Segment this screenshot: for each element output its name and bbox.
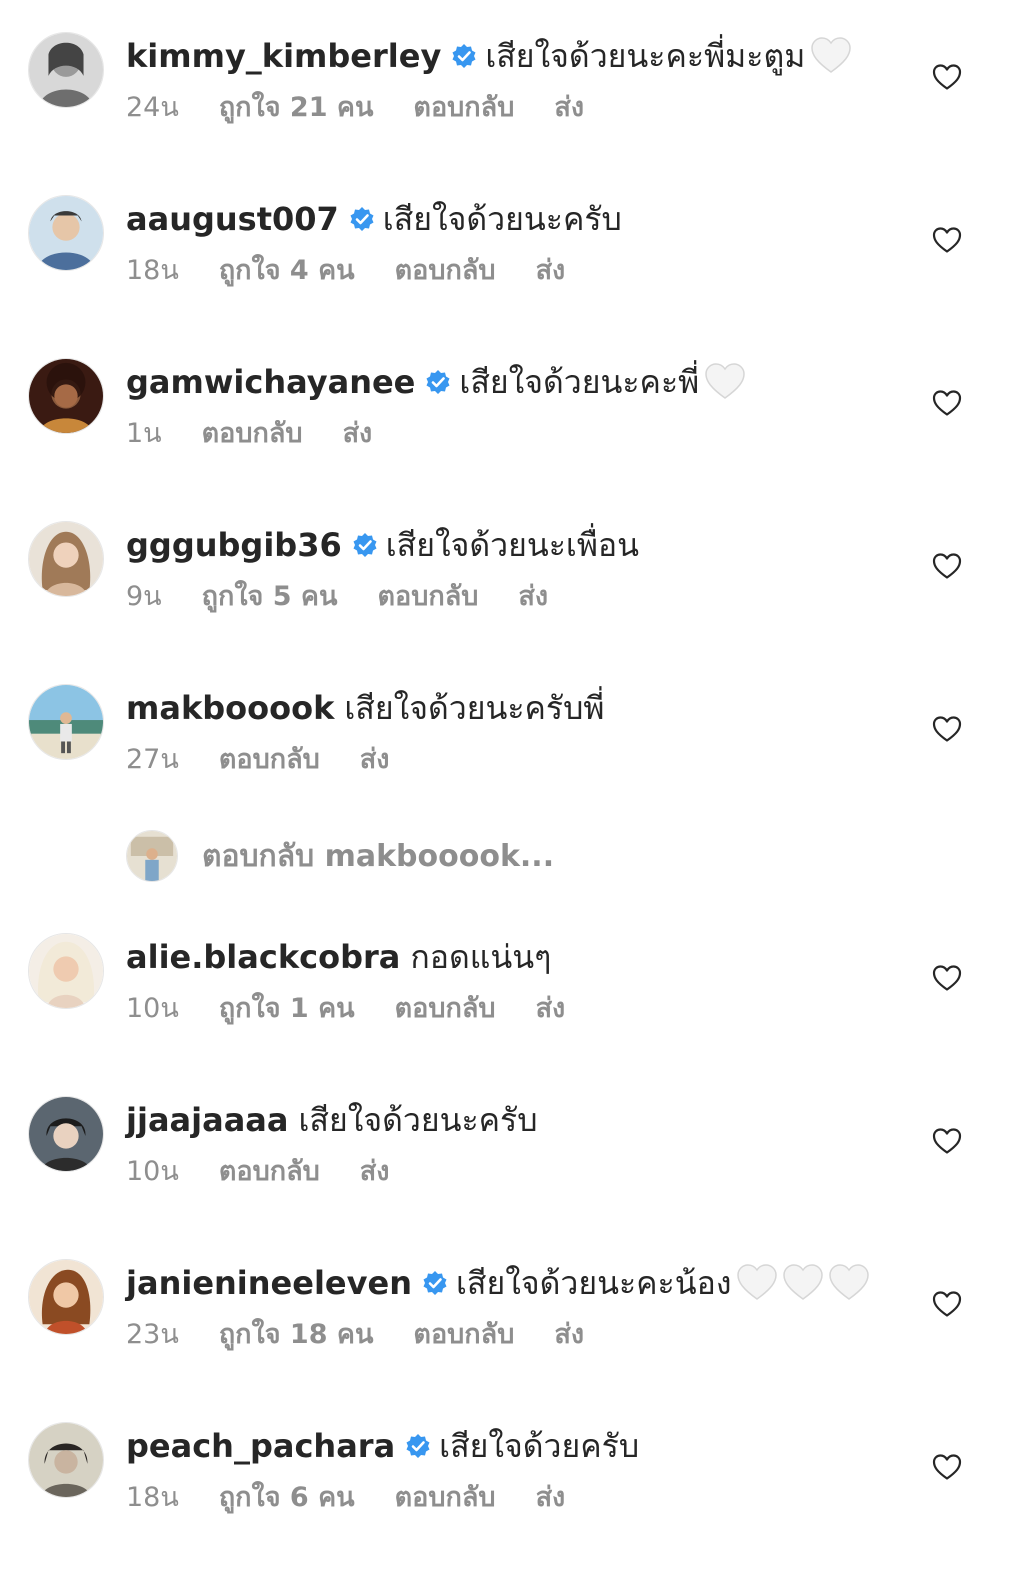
white-heart-emoji-icon — [735, 1261, 779, 1305]
comment-likes-count[interactable]: ถูกใจ 6 คน — [219, 1480, 355, 1516]
reply-button[interactable]: ตอบกลับ — [413, 90, 514, 126]
comment-username[interactable]: gggubgib36 — [126, 523, 342, 567]
comments-list: kimmy_kimberley เสียใจด้วยนะคะพี่มะตูม 2… — [0, 0, 1028, 1592]
send-button[interactable]: ส่ง — [360, 1154, 390, 1190]
avatar[interactable] — [28, 195, 104, 271]
reply-button[interactable]: ตอบกลับ — [202, 416, 303, 452]
like-heart-icon[interactable] — [930, 961, 964, 995]
avatar[interactable] — [28, 521, 104, 597]
comment-username[interactable]: aaugust007 — [126, 197, 339, 241]
comment-time: 10น — [126, 1156, 179, 1187]
send-button[interactable]: ส่ง — [360, 742, 390, 778]
send-button[interactable]: ส่ง — [554, 1317, 584, 1353]
like-heart-icon[interactable] — [930, 712, 964, 746]
comment-text: เสียใจด้วยนะคะพี่ — [459, 363, 700, 401]
like-heart-icon[interactable] — [930, 386, 964, 420]
send-button[interactable]: ส่ง — [343, 416, 373, 452]
white-heart-emoji-icon — [827, 1261, 871, 1305]
comment-time: 18น — [126, 255, 179, 286]
comment-item: peach_pachara เสียใจด้วยครับ 18น ถูกใจ 6… — [0, 1422, 1028, 1542]
comment-username[interactable]: alie.blackcobra — [126, 935, 400, 979]
comment-item: aaugust007 เสียใจด้วยนะครับ 18น ถูกใจ 4 … — [0, 195, 1028, 315]
comment-item: alie.blackcobra กอดแน่นๆ 10น ถูกใจ 1 คน … — [0, 933, 1028, 1053]
comment-item: janienineeleven เสียใจด้วยนะคะน้อง 23น ถ… — [0, 1259, 1028, 1379]
like-heart-icon[interactable] — [930, 1450, 964, 1484]
avatar[interactable] — [28, 1259, 104, 1335]
send-button[interactable]: ส่ง — [518, 579, 548, 615]
reply-button[interactable]: ตอบกลับ — [395, 253, 496, 289]
view-replies-label[interactable]: ตอบกลับ makbooook... — [202, 833, 554, 880]
verified-badge-icon — [425, 369, 451, 395]
reply-avatar — [126, 830, 178, 882]
verified-badge-icon — [349, 206, 375, 232]
comment-time: 18น — [126, 1482, 179, 1513]
avatar[interactable] — [28, 1096, 104, 1172]
comment-text: เสียใจด้วยนะครับ — [298, 1101, 538, 1139]
comment-text: กอดแน่นๆ — [410, 938, 552, 976]
comment-item: gggubgib36 เสียใจด้วยนะเพื่อน 9น ถูกใจ 5… — [0, 521, 1028, 641]
comment-time: 1น — [126, 418, 162, 449]
white-heart-emoji-icon — [703, 360, 747, 404]
verified-badge-icon — [352, 532, 378, 558]
send-button[interactable]: ส่ง — [536, 253, 566, 289]
white-heart-emoji-group — [735, 1261, 873, 1305]
comment-username[interactable]: makbooook — [126, 686, 334, 730]
comment-item: makbooook เสียใจด้วยนะครับพี่ 27น ตอบกลั… — [0, 684, 1028, 804]
view-replies-link[interactable]: ตอบกลับ makbooook... — [126, 828, 554, 884]
like-heart-icon[interactable] — [930, 60, 964, 94]
comment-item: jjaajaaaa เสียใจด้วยนะครับ 10น ตอบกลับ ส… — [0, 1096, 1028, 1216]
comment-time: 27น — [126, 744, 179, 775]
comment-username[interactable]: peach_pachara — [126, 1424, 395, 1468]
comment-username[interactable]: janienineeleven — [126, 1261, 412, 1305]
avatar[interactable] — [28, 32, 104, 108]
comment-text: เสียใจด้วยนะคะน้อง — [455, 1264, 732, 1302]
comment-text: เสียใจด้วยนะครับ — [382, 200, 622, 238]
comment-item: gamwichayanee เสียใจด้วยนะคะพี่ 1น ตอบกล… — [0, 358, 1028, 478]
reply-button[interactable]: ตอบกลับ — [377, 579, 478, 615]
avatar[interactable] — [28, 933, 104, 1009]
send-button[interactable]: ส่ง — [536, 1480, 566, 1516]
white-heart-emoji-icon — [809, 34, 853, 78]
comment-item: kimmy_kimberley เสียใจด้วยนะคะพี่มะตูม 2… — [0, 32, 1028, 152]
like-heart-icon[interactable] — [930, 1287, 964, 1321]
reply-button[interactable]: ตอบกลับ — [219, 742, 320, 778]
comment-likes-count[interactable]: ถูกใจ 18 คน — [219, 1317, 374, 1353]
comment-username[interactable]: jjaajaaaa — [126, 1098, 288, 1142]
comment-text: เสียใจด้วยครับ — [439, 1427, 640, 1465]
comment-username[interactable]: kimmy_kimberley — [126, 34, 441, 78]
white-heart-emoji-icon — [781, 1261, 825, 1305]
reply-button[interactable]: ตอบกลับ — [219, 1154, 320, 1190]
comment-time: 10น — [126, 993, 179, 1024]
comment-likes-count[interactable]: ถูกใจ 1 คน — [219, 991, 355, 1027]
like-heart-icon[interactable] — [930, 1124, 964, 1158]
comment-likes-count[interactable]: ถูกใจ 21 คน — [219, 90, 374, 126]
verified-badge-icon — [451, 43, 477, 69]
comment-likes-count[interactable]: ถูกใจ 5 คน — [202, 579, 338, 615]
comment-time: 23น — [126, 1319, 179, 1350]
comment-text: เสียใจด้วยนะครับพี่ — [344, 689, 605, 727]
send-button[interactable]: ส่ง — [554, 90, 584, 126]
avatar[interactable] — [28, 684, 104, 760]
verified-badge-icon — [422, 1270, 448, 1296]
white-heart-emoji-group — [703, 360, 749, 404]
reply-button[interactable]: ตอบกลับ — [413, 1317, 514, 1353]
avatar[interactable] — [28, 358, 104, 434]
comment-username[interactable]: gamwichayanee — [126, 360, 415, 404]
comment-text: เสียใจด้วยนะเพื่อน — [385, 526, 639, 564]
white-heart-emoji-group — [809, 34, 855, 78]
comment-text: เสียใจด้วยนะคะพี่มะตูม — [485, 37, 806, 75]
reply-button[interactable]: ตอบกลับ — [395, 991, 496, 1027]
like-heart-icon[interactable] — [930, 549, 964, 583]
verified-badge-icon — [405, 1433, 431, 1459]
comment-time: 24น — [126, 92, 179, 123]
comment-likes-count[interactable]: ถูกใจ 4 คน — [219, 253, 355, 289]
reply-button[interactable]: ตอบกลับ — [395, 1480, 496, 1516]
avatar[interactable] — [28, 1422, 104, 1498]
comment-time: 9น — [126, 581, 162, 612]
like-heart-icon[interactable] — [930, 223, 964, 257]
send-button[interactable]: ส่ง — [536, 991, 566, 1027]
